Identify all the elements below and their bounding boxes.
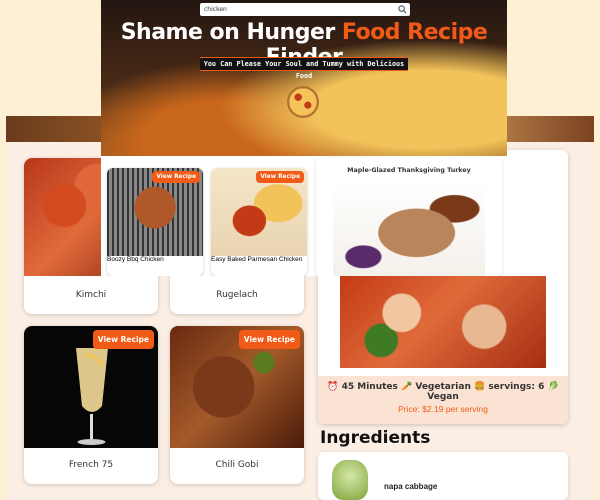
recipe-search-overlay: chicken Shame on Hunger Food Recipe Find…	[101, 0, 507, 276]
recipe-name: Kimchi	[75, 290, 107, 300]
ingredient-item: napa cabbage	[318, 452, 568, 500]
pizza-icon	[287, 86, 319, 118]
featured-recipe-card[interactable]: Maple-Glazed Thanksgiving Turkey	[316, 158, 502, 276]
search-icon[interactable]	[398, 5, 407, 14]
recipe-name: Easy Baked Parmesan Chicken	[211, 256, 303, 263]
recipe-card-chili-gobi[interactable]: View Recipe Chili Gobi	[170, 326, 304, 484]
view-recipe-button[interactable]: View Recipe	[92, 330, 154, 349]
tagline: You Can Please Your Soul and Tummy with …	[200, 57, 408, 80]
recipe-detail-photo	[340, 276, 546, 368]
ingredient-name: napa cabbage	[384, 482, 438, 491]
view-recipe-button[interactable]: View Recipe	[238, 330, 300, 349]
recipe-name: French 75	[68, 460, 114, 470]
recipe-name: Boozy Bbq Chicken	[107, 256, 164, 263]
title-part-1: Shame on Hunger	[120, 20, 342, 45]
recipe-meta: ⏰ 45 Minutes 🥕 Vegetarian 🍔 servings: 6 …	[327, 382, 559, 402]
ingredients-heading: Ingredients	[320, 428, 431, 448]
recipe-name: Chili Gobi	[215, 460, 259, 470]
recipe-card-boozy-bbq-chicken[interactable]: View Recipe Boozy Bbq Chicken	[107, 168, 203, 276]
view-recipe-button[interactable]: View Recipe	[152, 171, 200, 183]
recipe-name: Rugelach	[216, 290, 258, 300]
recipe-price: Price: $2.19 per serving	[398, 404, 488, 414]
featured-recipe-photo	[333, 180, 485, 276]
recipe-card-easy-baked-parmesan-chicken[interactable]: View Recipe Easy Baked Parmesan Chicken	[211, 168, 307, 276]
view-recipe-button[interactable]: View Recipe	[256, 171, 304, 183]
search-value: chicken	[204, 6, 227, 13]
napa-cabbage-image	[332, 460, 368, 500]
featured-recipe-title: Maple-Glazed Thanksgiving Turkey	[347, 167, 471, 174]
title-accent: Food Recipe	[341, 20, 488, 45]
search-input[interactable]: chicken	[200, 3, 410, 16]
recipe-card-french-75[interactable]: View Recipe French 75	[24, 326, 158, 484]
